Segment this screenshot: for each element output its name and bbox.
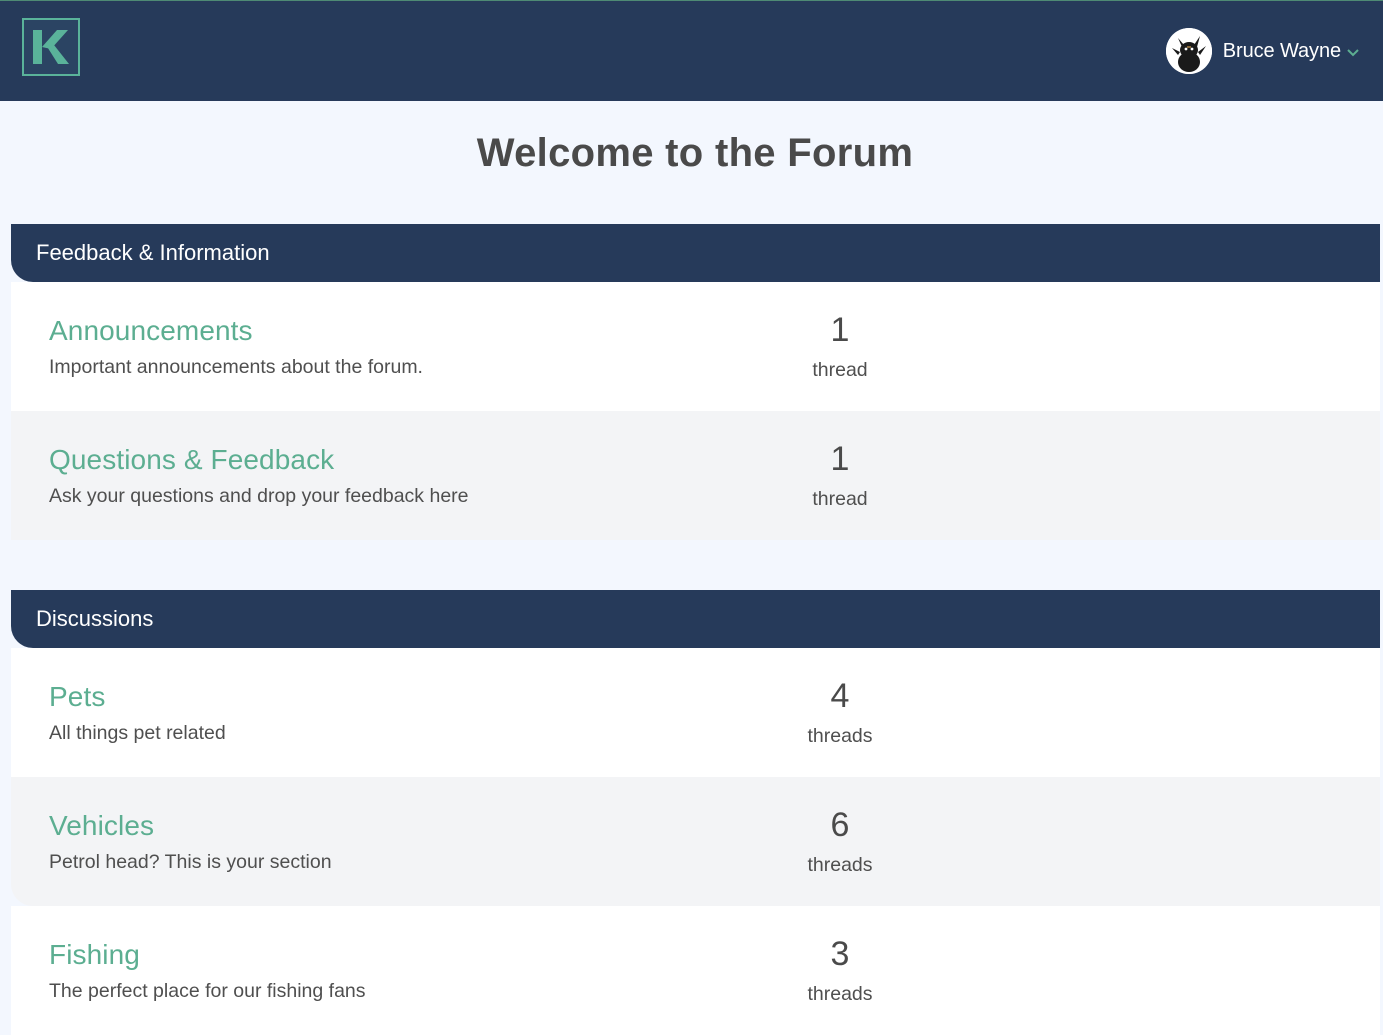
category-feedback-information: Feedback & Information Announcements Imp…	[11, 224, 1380, 540]
forum-link-fishing[interactable]: Fishing	[49, 939, 140, 971]
thread-count: 1	[830, 440, 850, 478]
thread-count: 3	[830, 935, 850, 973]
forum-row-questions-feedback: Questions & Feedback Ask your questions …	[11, 411, 1380, 540]
user-avatar[interactable]	[1165, 28, 1212, 74]
thread-count-label: threads	[807, 854, 873, 876]
k-logo-icon[interactable]	[22, 18, 80, 76]
chevron-down-icon[interactable]	[1347, 48, 1359, 57]
forum-description: All things pet related	[49, 722, 226, 744]
forum-link-announcements[interactable]: Announcements	[49, 315, 253, 347]
forum-row-vehicles: Vehicles Petrol head? This is your secti…	[11, 777, 1380, 906]
top-navbar: Bruce Wayne	[0, 0, 1383, 101]
user-menu[interactable]: Bruce Wayne	[1165, 28, 1359, 74]
forum-description: Important announcements about the forum.	[49, 356, 423, 378]
forum-description: Ask your questions and drop your feedbac…	[49, 485, 469, 507]
thread-count-label: threads	[807, 725, 873, 747]
category-header: Feedback & Information	[11, 224, 1380, 282]
page-title: Welcome to the Forum	[476, 131, 914, 175]
thread-count-label: threads	[807, 983, 873, 1005]
forum-description: Petrol head? This is your section	[49, 851, 332, 873]
forum-link-vehicles[interactable]: Vehicles	[49, 810, 154, 842]
forum-description: The perfect place for our fishing fans	[49, 980, 366, 1002]
forum-row-pets: Pets All things pet related 4 threads	[11, 648, 1380, 777]
thread-count: 1	[830, 311, 850, 349]
forum-link-questions-feedback[interactable]: Questions & Feedback	[49, 444, 334, 476]
thread-count-label: thread	[812, 359, 868, 381]
category-discussions: Discussions Pets All things pet related …	[11, 590, 1380, 1035]
category-header: Discussions	[11, 590, 1380, 648]
thread-count: 6	[830, 806, 850, 844]
forum-link-pets[interactable]: Pets	[49, 681, 105, 713]
thread-count: 4	[830, 677, 850, 715]
thread-count-label: thread	[812, 488, 868, 510]
user-name[interactable]: Bruce Wayne	[1223, 40, 1341, 63]
forum-row-announcements: Announcements Important announcements ab…	[11, 282, 1380, 411]
